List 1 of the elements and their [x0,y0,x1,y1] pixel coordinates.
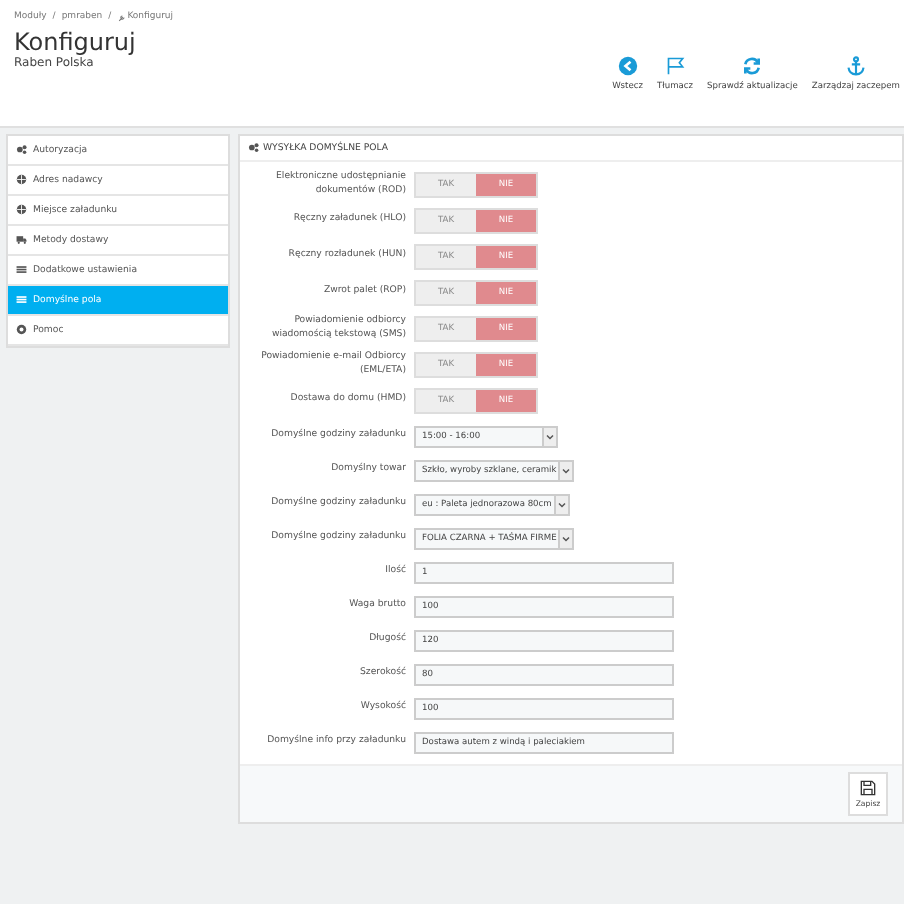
page-title: Konfiguruj [14,30,136,56]
